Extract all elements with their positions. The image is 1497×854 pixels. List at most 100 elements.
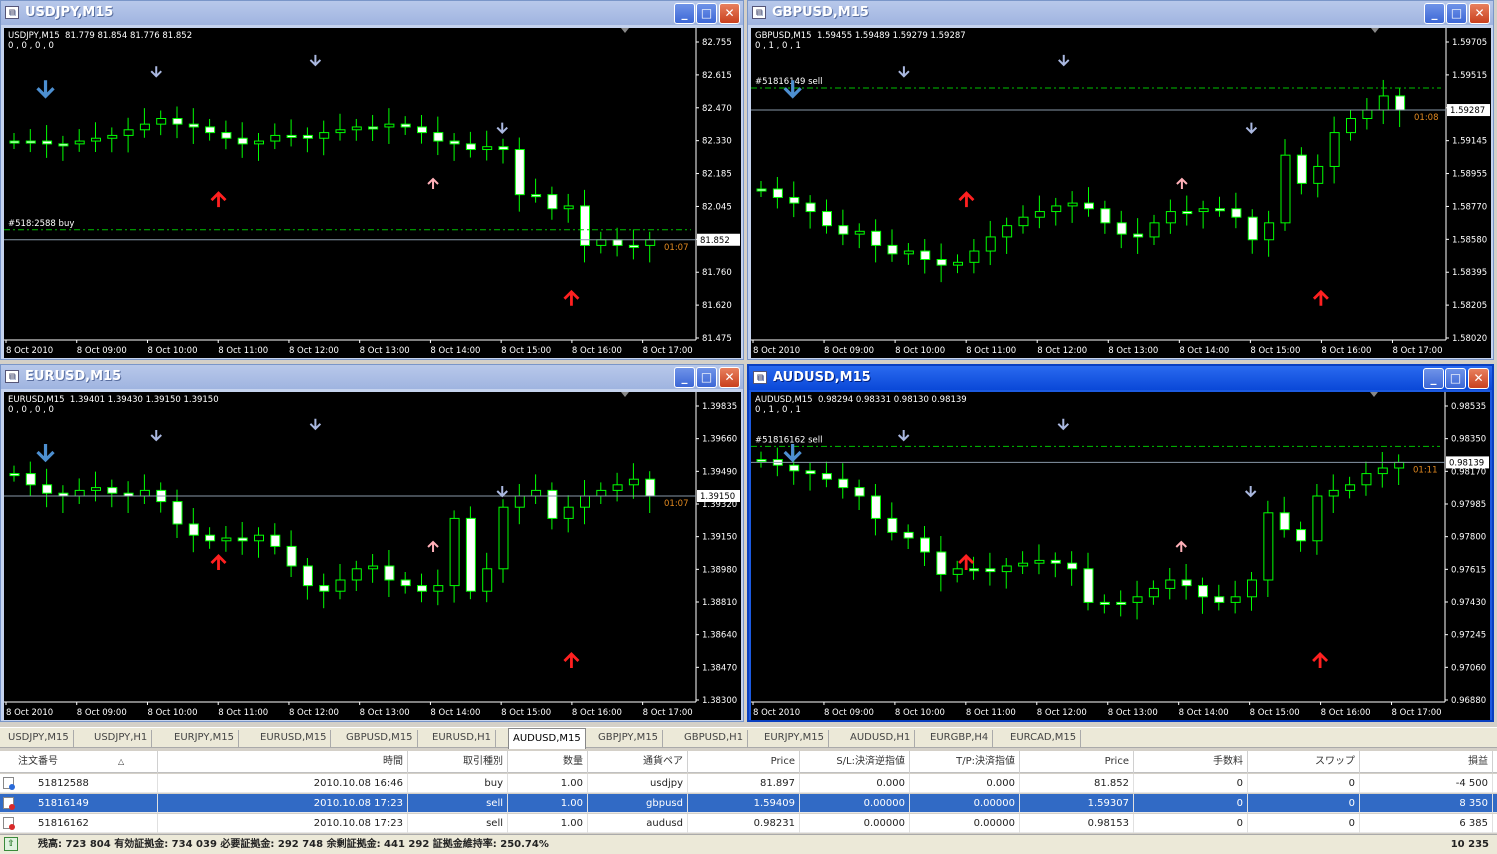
price-label: 81.620 bbox=[702, 301, 732, 311]
candle-body bbox=[319, 585, 330, 592]
chart-window-gbpusd[interactable]: ▤GBPUSD,M15 _ □ ✕ 1.597051.595151.593301… bbox=[747, 0, 1494, 360]
time-label: 8 Oct 10:00 bbox=[895, 708, 945, 718]
price-label: 1.39490 bbox=[702, 467, 737, 477]
chart-tab-label: EURUSD,H1 bbox=[432, 732, 492, 743]
column-header[interactable]: 数量 bbox=[508, 751, 588, 773]
chart-tab[interactable]: EURUSD,H1 bbox=[428, 730, 497, 748]
time-label: 8 Oct 09:00 bbox=[77, 346, 127, 356]
candle-body bbox=[1132, 596, 1143, 603]
chart-tab[interactable]: EURJPY,M15 bbox=[760, 730, 829, 748]
chart-header: EURUSD,M15 1.39401 1.39430 1.39150 1.391… bbox=[8, 395, 219, 415]
close-button[interactable]: ✕ bbox=[719, 367, 740, 388]
candle-body bbox=[1002, 225, 1013, 238]
chart-tab[interactable]: EURUSD,M15 bbox=[256, 730, 332, 748]
price-chart[interactable]: 0.98535 0.98350 0.98170 0.97985 0.97800 0.976… bbox=[751, 392, 1490, 720]
candle-body bbox=[254, 140, 264, 145]
candle-body bbox=[1149, 222, 1160, 238]
maximize-button[interactable]: □ bbox=[1446, 3, 1467, 24]
minimize-button[interactable]: _ bbox=[1423, 368, 1444, 389]
column-header[interactable]: 手数料 bbox=[1134, 751, 1248, 773]
chart-tab[interactable]: GBPUSD,M15 bbox=[342, 730, 418, 748]
time-label: 8 Oct 15:00 bbox=[1250, 346, 1300, 356]
column-header[interactable]: 取引種別 bbox=[408, 751, 508, 773]
price-label: 1.58205 bbox=[1452, 301, 1487, 311]
chart-tab[interactable]: AUDUSD,M15 bbox=[508, 728, 586, 749]
minimize-button[interactable]: _ bbox=[674, 367, 695, 388]
chart-tab[interactable]: AUDUSD,H1 bbox=[846, 730, 916, 748]
chart-tab[interactable]: EURCAD,M15 bbox=[1006, 730, 1082, 748]
column-header[interactable]: S/L:決済逆指値 bbox=[800, 751, 910, 773]
maximize-button[interactable]: □ bbox=[696, 367, 717, 388]
order-label: #51816162 sell bbox=[755, 435, 822, 445]
maximize-button[interactable]: □ bbox=[696, 3, 717, 24]
close-button[interactable]: ✕ bbox=[1469, 3, 1490, 24]
candle-body bbox=[1247, 216, 1258, 241]
order-cell: 0.00000 bbox=[910, 814, 1020, 833]
column-header-label: Price bbox=[1104, 756, 1129, 767]
price-chart[interactable]: 1.39835 1.39660 1.39490 1.39320 1.39150 1.389… bbox=[4, 392, 741, 720]
column-header[interactable]: T/P:決済指値 bbox=[910, 751, 1020, 773]
column-header[interactable]: 通貨ペア bbox=[588, 751, 688, 773]
column-header[interactable]: 時間 bbox=[158, 751, 408, 773]
minimize-button[interactable]: _ bbox=[1424, 3, 1445, 24]
price-chart[interactable]: 82.75582.61582.47082.33082.18582.04581.9… bbox=[4, 28, 741, 358]
close-button[interactable]: ✕ bbox=[1468, 368, 1489, 389]
candle-body bbox=[1099, 601, 1110, 605]
candle-body bbox=[139, 489, 150, 497]
candle-body bbox=[580, 495, 590, 508]
candle-body bbox=[789, 464, 800, 472]
signal-arrow-down-icon bbox=[1245, 122, 1258, 135]
order-direction-dot bbox=[9, 824, 15, 830]
time-label: 8 Oct 09:00 bbox=[824, 708, 874, 718]
candle-body bbox=[237, 137, 248, 145]
chart-window-eurusd[interactable]: ▤ EURUSD,M15 _ □ ✕ 1.39835 1.39660 1.39490 1… bbox=[0, 364, 744, 722]
chart-window-usdjpy[interactable]: ▤ USDJPY,M15 _ □ ✕ 82.755 82.615 82.470 82.3… bbox=[0, 0, 744, 360]
candle-body bbox=[139, 123, 150, 131]
column-header[interactable]: Price bbox=[1020, 751, 1134, 773]
column-header-label: 損益 bbox=[1468, 756, 1488, 767]
candle-body bbox=[1395, 95, 1406, 111]
window-title-bar[interactable]: ▤ AUDUSD,M15 _ □ ✕ bbox=[749, 366, 1492, 390]
order-row[interactable]: 51816162 2010.10.08 17:23 sell 1.00 audusd 0.… bbox=[0, 814, 1497, 833]
window-title-bar[interactable]: ▤ EURUSD,M15 _ □ ✕ bbox=[1, 365, 743, 389]
chart-canvas: 0.98535 0.98350 0.98170 0.97985 0.97800 0.976… bbox=[751, 392, 1489, 718]
candle-body bbox=[449, 517, 460, 587]
order-cell: -4 500 bbox=[1360, 774, 1493, 793]
candle-body bbox=[1197, 585, 1208, 598]
candle-body bbox=[1018, 562, 1029, 567]
current-price-label: 81.852 bbox=[700, 236, 730, 246]
window-title-bar[interactable]: ▤ USDJPY,M15 _ □ ✕ bbox=[1, 1, 743, 25]
chart-tab[interactable]: EURJPY,M15 bbox=[170, 730, 239, 748]
column-header[interactable]: Price bbox=[688, 751, 800, 773]
column-header[interactable]: 損益 bbox=[1360, 751, 1493, 773]
candle-body bbox=[172, 118, 183, 125]
chart-tab[interactable]: EURGBP,H4 bbox=[926, 730, 994, 748]
chart-tab-label: EURUSD,M15 bbox=[260, 732, 327, 743]
maximize-button[interactable]: □ bbox=[1445, 368, 1466, 389]
column-header[interactable]: 注文番号 △ bbox=[14, 751, 158, 773]
candle-body bbox=[221, 537, 232, 542]
price-label: 1.58395 bbox=[1452, 268, 1487, 278]
candle-body bbox=[25, 473, 36, 486]
window-title-bar[interactable]: ▤ GBPUSD,M15 _ □ ✕ bbox=[748, 1, 1493, 25]
chart-tab[interactable]: GBPJPY,M15 bbox=[594, 730, 664, 748]
order-row[interactable]: 51816149 2010.10.08 17:23 sell 1.00 gbpusd 1.… bbox=[0, 794, 1497, 813]
price-chart[interactable]: 1.597051.595151.593301.591451.589551.587… bbox=[751, 28, 1491, 358]
close-button[interactable]: ✕ bbox=[719, 3, 740, 24]
order-cell: 0.00000 bbox=[910, 794, 1020, 813]
column-header[interactable]: スワップ bbox=[1248, 751, 1360, 773]
chart-tab[interactable]: USDJPY,H1 bbox=[90, 730, 153, 748]
orders-table-header: 注文番号 △ 時間 取引種別 数量 通貨ペア Price S/L:決済逆指値 T/P:決済指値 P… bbox=[0, 751, 1497, 773]
chart-window-audusd[interactable]: ▤ AUDUSD,M15 _ □ ✕ 0.98535 0.98350 0.98170 0… bbox=[747, 364, 1494, 722]
signal-arrow-up-icon bbox=[958, 554, 975, 570]
chart-tab[interactable]: GBPUSD,H1 bbox=[680, 730, 749, 748]
chart-tab[interactable]: USDJPY,M15 bbox=[4, 730, 74, 748]
candle-body bbox=[368, 126, 379, 130]
minimize-button[interactable]: _ bbox=[674, 3, 695, 24]
candle-body bbox=[871, 230, 882, 246]
order-row[interactable]: 51812588 2010.10.08 16:46 buy 1.00 usdjpy 81.… bbox=[0, 774, 1497, 793]
candle-body bbox=[368, 565, 379, 570]
candle-body bbox=[351, 568, 362, 581]
time-label: 8 Oct 10:00 bbox=[147, 346, 197, 356]
order-cell: 1.59307 bbox=[1020, 794, 1134, 813]
